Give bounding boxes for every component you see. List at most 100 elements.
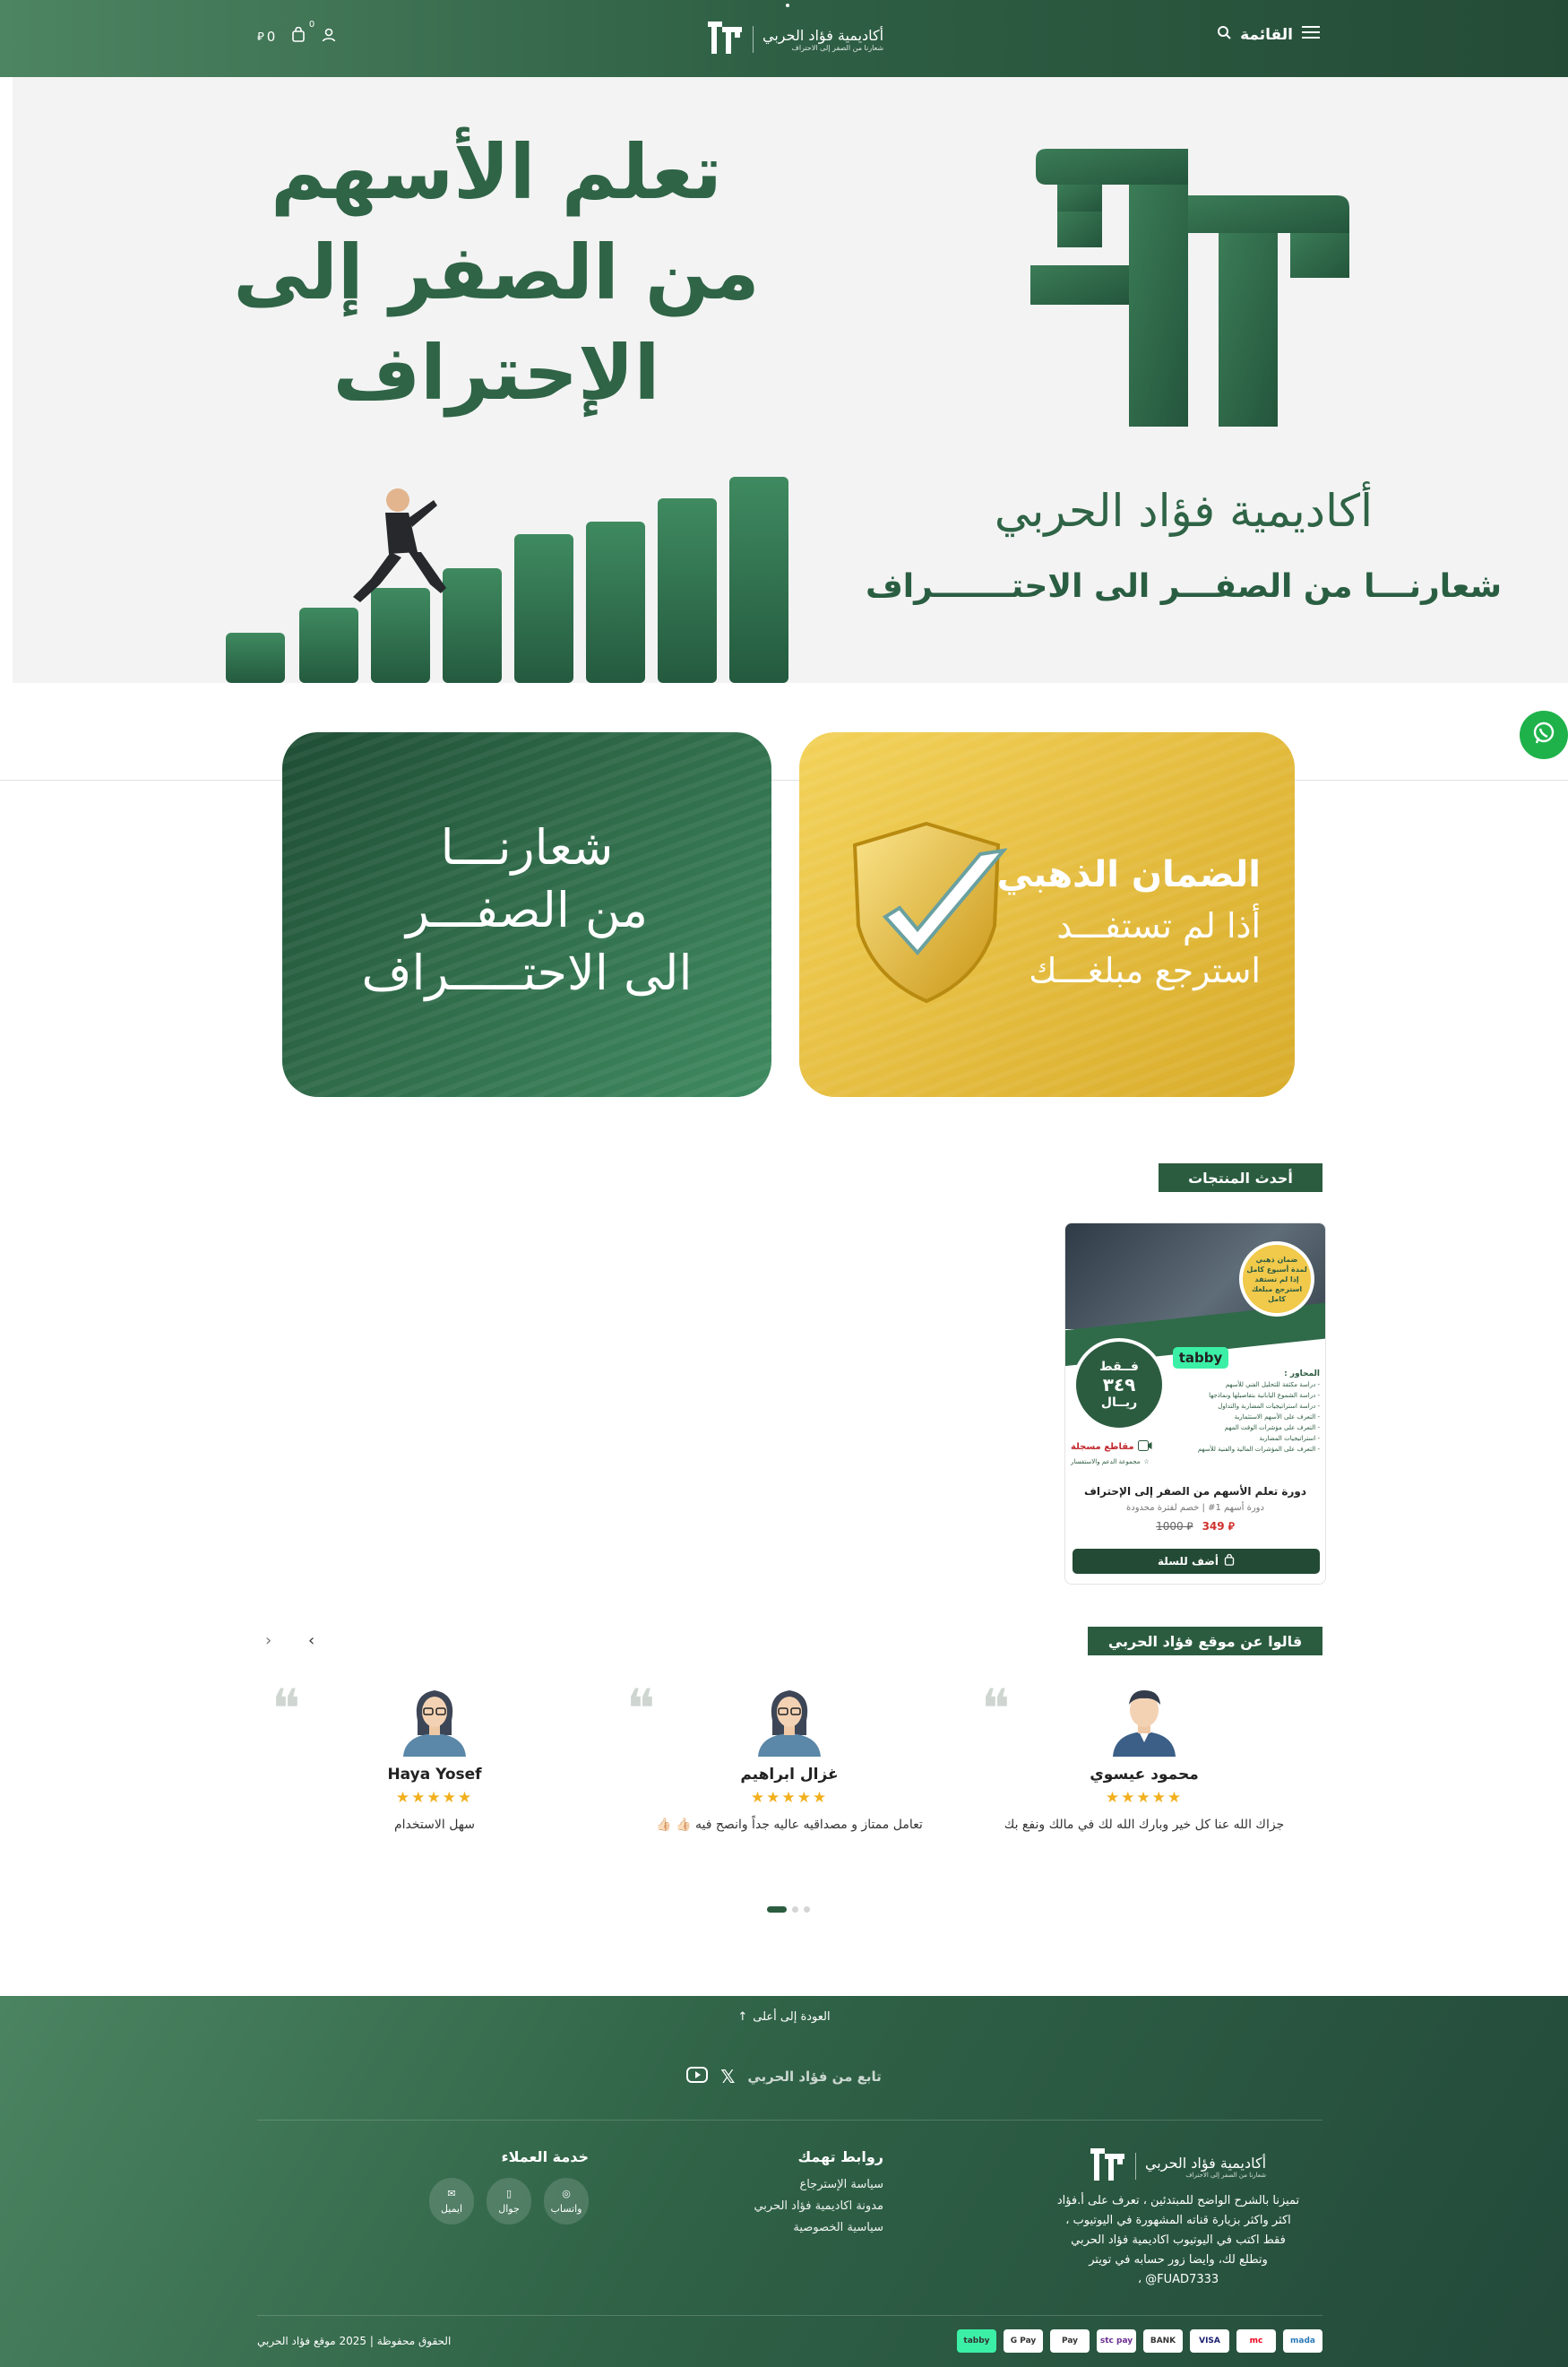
- hero-academy-name: أكاديمية فؤاد الحربي: [994, 485, 1373, 537]
- testimonial-comment: تعامل ممتاز و مصداقيه عاليه جداً وانصح ف…: [656, 1818, 923, 1832]
- site-logo[interactable]: أكاديمية فؤاد الحربي شعارنا من الصفر إلى…: [708, 20, 883, 59]
- support-label: ☆ مجموعة الدعم والاستفسار: [1071, 1458, 1150, 1465]
- shield-check-icon: [852, 821, 1007, 1004]
- email-contact-button[interactable]: ✉ ايميل: [429, 2178, 474, 2224]
- female-avatar-icon: [403, 1690, 466, 1757]
- phone-contact-button[interactable]: ▯ جوال: [487, 2178, 531, 2224]
- slogan-banner[interactable]: شعارنـــا من الصفـــر الى الاحتـــــراف: [282, 732, 771, 1097]
- gold-badge: ضمان ذهبي لمدة أسبوع كامل إذا لم تستفد ا…: [1239, 1241, 1314, 1317]
- link-privacy-policy[interactable]: سياسية الخصوصية: [754, 2221, 883, 2234]
- links-title: روابط تهمك: [797, 2148, 883, 2165]
- product-image[interactable]: ضمان ذهبي لمدة أسبوع كامل إذا لم تستفد ا…: [1065, 1223, 1325, 1483]
- carousel-pagination: [767, 1906, 810, 1913]
- hero-title: تعلم الأسهم من الصفر إلى الإحتراف: [66, 122, 926, 423]
- slogan-line2: من الصفـــر: [405, 882, 649, 938]
- site-header: القائمة أكاديمية فؤاد الحربي شعارنا من ا…: [0, 0, 1568, 77]
- testimonial-comment: سهل الاستخدام: [393, 1818, 475, 1832]
- testimonial-comment: جزاك الله عنا كل خير وبارك الله لك في ما…: [1004, 1818, 1285, 1832]
- logo-mark-icon: [1090, 2147, 1126, 2186]
- rating-stars: ★★★★★: [750, 1789, 829, 1807]
- product-old-price: ⃁ 1000: [1156, 1520, 1193, 1533]
- stc-pay-icon: stc pay: [1097, 2329, 1136, 2353]
- header-dot: [786, 4, 789, 7]
- pagination-dot-active[interactable]: [767, 1906, 787, 1913]
- product-price: ⃁ 349: [1202, 1520, 1235, 1533]
- service-title: خدمة العملاء: [501, 2148, 589, 2165]
- gold-line2: استرجع مبلغـــك: [1029, 951, 1261, 990]
- tabby-payment-icon: tabby: [957, 2329, 996, 2353]
- testimonials-title: قالوا عن موقع فؤاد الحربي: [1088, 1627, 1322, 1655]
- footer-divider: [257, 2315, 1322, 2316]
- growth-bars-illustration: [226, 477, 788, 683]
- testimonial-name: محمود عيسوي: [1090, 1766, 1199, 1784]
- phone-icon: ▯: [505, 2188, 513, 2199]
- cart-badge: 0: [308, 20, 315, 30]
- copyright: الحقوق محفوظة | 2025 موقع فؤاد الحربي: [257, 2335, 452, 2347]
- latest-products-title: أحدث المنتجات: [1159, 1163, 1322, 1192]
- footer-links-column: روابط تهمك سياسة الإسترجاع مدونة اكاديمي…: [754, 2148, 883, 2242]
- menu-button[interactable]: القائمة: [1217, 25, 1320, 44]
- footer-logo[interactable]: أكاديمية فؤاد الحربي شعارنا من الصفر إلى…: [1048, 2147, 1308, 2186]
- mastercard-icon: mc: [1236, 2329, 1276, 2353]
- cart-total: 0 ⃁: [257, 29, 275, 45]
- product-name[interactable]: دورة تعلم الأسهم من الصفر إلى الإحتراف: [1074, 1485, 1316, 1498]
- youtube-icon[interactable]: [686, 2067, 709, 2086]
- price-circle: فــقط ٣٤٩ ريــال: [1073, 1338, 1166, 1431]
- star-outline-icon: ☆: [1143, 1458, 1150, 1465]
- logo-name: أكاديمية فؤاد الحربي: [762, 27, 884, 44]
- testimonial-card: ❝ غزال ابراهيم ★★★★★ تعامل ممتاز و مصداق…: [626, 1678, 951, 1864]
- hero-banner[interactable]: تعلم الأسهم من الصفر إلى الإحتراف أكاديم…: [13, 77, 1568, 683]
- menu-label: القائمة: [1240, 25, 1293, 44]
- site-footer: العودة إلى أعلى ↑ تابع من فؤاد الحربي 𝕏 …: [0, 1996, 1568, 2367]
- hero-slogan: شعارنـــا من الصفـــر الى الاحتـــــــرا…: [865, 568, 1502, 605]
- account-icon[interactable]: [322, 28, 336, 46]
- quote-icon: ❝: [626, 1678, 656, 1741]
- section-divider: [0, 780, 1568, 781]
- cart-icon: [291, 26, 306, 46]
- logo-divider: [753, 26, 754, 53]
- back-to-top-link[interactable]: العودة إلى أعلى ↑: [0, 2010, 1568, 2024]
- x-twitter-icon[interactable]: 𝕏: [720, 2066, 735, 2087]
- logo-tagline: شعارنا من الصفر إلى الاحتراف: [791, 44, 884, 52]
- testimonial-name: Haya Yosef: [387, 1766, 482, 1784]
- whatsapp-float-button[interactable]: [1520, 711, 1568, 759]
- gold-guarantee-banner[interactable]: الضمان الذهبي أذا لم تستفـــد استرجع مبل…: [799, 732, 1295, 1097]
- bank-transfer-icon: BANK: [1143, 2329, 1183, 2353]
- product-price-row: ⃁ 349 ⃁ 1000: [1074, 1520, 1316, 1533]
- gold-line1: أذا لم تستفـــد: [1056, 906, 1261, 946]
- slogan-line1: شعارنـــا: [440, 819, 614, 876]
- pagination-dot[interactable]: [792, 1906, 798, 1913]
- carousel-next-icon[interactable]: ›: [308, 1631, 314, 1650]
- carousel-prev-icon[interactable]: ‹: [265, 1631, 271, 1650]
- hamburger-icon: [1302, 25, 1320, 44]
- cart-button[interactable]: 0: [291, 20, 314, 46]
- pagination-dot[interactable]: [804, 1906, 810, 1913]
- visa-icon: VISA: [1190, 2329, 1229, 2353]
- link-blog[interactable]: مدونة اكاديمية فؤاد الحربي: [754, 2199, 883, 2213]
- logo-mark-icon: [708, 20, 744, 59]
- gold-title: الضمان الذهبي: [996, 854, 1261, 895]
- whatsapp-icon: ◎: [562, 2188, 571, 2199]
- whatsapp-contact-button[interactable]: ◎ واتساب: [544, 2178, 589, 2224]
- recorded-label: مقاطع مسجلة: [1071, 1440, 1152, 1454]
- slogan-line3: الى الاحتـــــراف: [361, 945, 693, 1001]
- hero-logo-icon: [1030, 149, 1349, 427]
- mada-icon: mada: [1283, 2329, 1322, 2353]
- hero-title-line2: من الصفر إلى الإحتراف: [233, 229, 760, 417]
- axes-list: المحاور : - دراسة مكثفة للتحليل الفني لل…: [1197, 1369, 1320, 1453]
- search-icon[interactable]: [1217, 25, 1231, 44]
- add-to-cart-button[interactable]: أضف للسلة: [1073, 1549, 1320, 1574]
- payment-methods: tabby G Pay Pay stc pay BANK VISA mc mad…: [957, 2329, 1322, 2353]
- footer-divider: [257, 2120, 1322, 2121]
- header-actions: 0 0 ⃁: [257, 20, 336, 46]
- testimonial-name: غزال ابراهيم: [740, 1766, 839, 1784]
- hero-title-line1: تعلم الأسهم: [271, 128, 722, 216]
- product-card[interactable]: ضمان ذهبي لمدة أسبوع كامل إذا لم تستفد ا…: [1064, 1222, 1326, 1585]
- footer-brand-column: أكاديمية فؤاد الحربي شعارنا من الصفر إلى…: [1048, 2147, 1308, 2290]
- testimonial-card: ❝ Haya Yosef ★★★★★ سهل الاستخدام: [271, 1678, 596, 1864]
- rating-stars: ★★★★★: [395, 1789, 474, 1807]
- footer-service-column: خدمة العملاء ◎ واتساب ▯ جوال ✉ ايميل: [427, 2148, 589, 2224]
- link-refund-policy[interactable]: سياسة الإسترجاع: [754, 2178, 883, 2191]
- tabby-badge: tabby: [1173, 1347, 1228, 1369]
- cart-amount: 0: [266, 28, 276, 45]
